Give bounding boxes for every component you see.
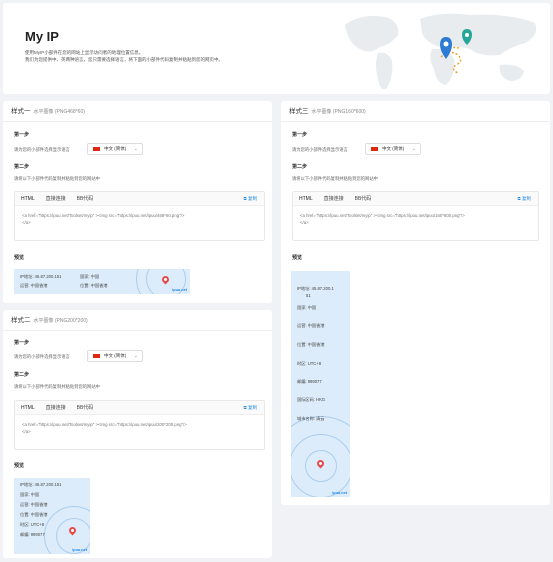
tab-direct-link[interactable]: 直接连接 (46, 404, 66, 411)
style-one-card: 样式一 水平图像 (PNG468*60) 第一步 请为您的小部件选择显示语言 中文… (3, 101, 272, 303)
preview-widget-468x60: IP地址: 45.87.200.151 国家: 中国 运营: 中国香港 位置: … (14, 269, 190, 294)
style-two-card: 样式二 水平图像 (PNG200*200) 第一步 请为您的小部件选择显示语言 中… (3, 310, 272, 558)
brand-logo: ipuu.net (72, 548, 87, 552)
preview-label: 预览 (14, 255, 25, 261)
step-one-hint: 请为您的小部件选择显示语言 (14, 147, 70, 152)
step-two-hint: 请将以下小部件代码复制并粘贴到您的网站中 (14, 384, 100, 389)
step-two-label: 第二步 (292, 164, 308, 170)
preview-widget-160x600: IP地址: 45.87.200.1 51 国家: 中国 运营: 中国香港 位置:… (291, 271, 350, 497)
preview-label: 预览 (14, 463, 25, 469)
code-box: HTML 直接连接 BB代码 ⧉ 复制 <a href="https://ipu… (14, 191, 265, 241)
tab-bbcode[interactable]: BB代码 (77, 404, 94, 411)
brand-logo: ipuu.net (332, 491, 347, 495)
card-title: 样式三 水平图像 (PNG160*600) (281, 101, 550, 122)
code-tabs: HTML 直接连接 BB代码 ⧉ 复制 (15, 401, 264, 415)
copy-button[interactable]: ⧉ 复制 (518, 196, 531, 202)
language-select[interactable]: 中文 (简体) ⌄ (87, 143, 143, 155)
hero-card: My IP 使用MyIP小部件在您的网站上显示访问者的地理位置信息。 我们为您提… (3, 3, 550, 94)
tab-direct-link[interactable]: 直接连接 (46, 195, 66, 202)
style-three-card: 样式三 水平图像 (PNG160*600) 第一步 请为您的小部件选择显示语言 中… (281, 101, 550, 505)
tab-html[interactable]: HTML (21, 196, 35, 202)
tab-html[interactable]: HTML (299, 196, 313, 202)
card-title: 样式一 水平图像 (PNG468*60) (3, 101, 272, 122)
chevron-down-icon: ⌄ (133, 353, 138, 359)
china-flag-icon (93, 147, 100, 151)
page-title: My IP (25, 29, 59, 44)
step-two-hint: 请将以下小部件代码复制并粘贴到您的网站中 (292, 176, 378, 181)
step-two-hint: 请将以下小部件代码复制并粘贴到您的网站中 (14, 176, 100, 181)
code-tabs: HTML 直接连接 BB代码 ⧉ 复制 (293, 192, 538, 206)
code-text[interactable]: <a href="https://ipuu.net/Toolset/myip" … (15, 415, 264, 441)
page-description: 使用MyIP小部件在您的网站上显示访问者的地理位置信息。 我们为您提供中、英两种… (25, 50, 223, 62)
card-title: 样式二 水平图像 (PNG200*200) (3, 310, 272, 331)
step-one-label: 第一步 (14, 340, 30, 346)
china-flag-icon (371, 147, 378, 151)
code-tabs: HTML 直接连接 BB代码 ⧉ 复制 (15, 192, 264, 206)
china-flag-icon (93, 354, 100, 358)
code-text[interactable]: <a href="https://ipuu.net/Toolset/myip" … (15, 206, 264, 232)
chevron-down-icon: ⌄ (411, 146, 416, 152)
tab-direct-link[interactable]: 直接连接 (324, 195, 344, 202)
language-select[interactable]: 中文 (简体) ⌄ (87, 350, 143, 362)
step-two-label: 第二步 (14, 372, 30, 378)
chevron-down-icon: ⌄ (133, 146, 138, 152)
step-one-label: 第一步 (14, 132, 30, 138)
tab-bbcode[interactable]: BB代码 (355, 195, 372, 202)
tab-bbcode[interactable]: BB代码 (77, 195, 94, 202)
step-one-label: 第一步 (292, 132, 308, 138)
tab-html[interactable]: HTML (21, 405, 35, 411)
code-box: HTML 直接连接 BB代码 ⧉ 复制 <a href="https://ipu… (292, 191, 539, 241)
preview-label: 预览 (292, 255, 303, 261)
preview-widget-200x200: IP地址: 45.87.200.151 国家: 中国 运营: 中国香港 位置: … (14, 478, 90, 554)
language-select[interactable]: 中文 (简体) ⌄ (365, 143, 421, 155)
world-map-illustration (345, 13, 537, 90)
brand-logo: ipuu.net (172, 288, 187, 292)
step-one-hint: 请为您的小部件选择显示语言 (292, 147, 348, 152)
copy-button[interactable]: ⧉ 复制 (244, 196, 257, 202)
code-box: HTML 直接连接 BB代码 ⧉ 复制 <a href="https://ipu… (14, 400, 265, 450)
step-two-label: 第二步 (14, 164, 30, 170)
step-one-hint: 请为您的小部件选择显示语言 (14, 354, 70, 359)
code-text[interactable]: <a href="https://ipuu.net/Toolset/myip" … (293, 206, 538, 232)
copy-button[interactable]: ⧉ 复制 (244, 405, 257, 411)
